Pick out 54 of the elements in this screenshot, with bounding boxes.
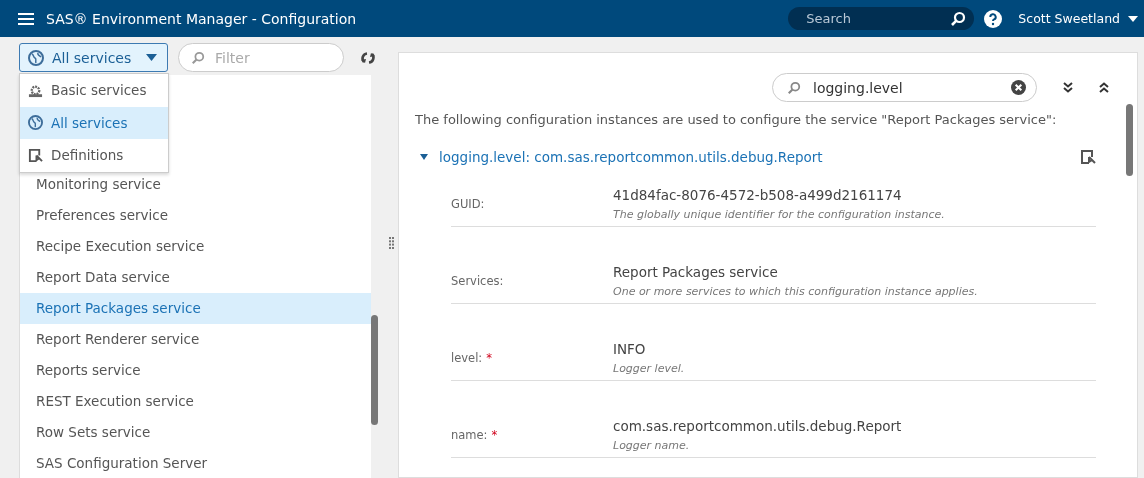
field-label: name:: [451, 428, 488, 442]
caret-icon[interactable]: [419, 152, 429, 162]
field-hint: One or more services to which this configuration instance applies.: [613, 285, 978, 298]
service-item[interactable]: Report Renderer service: [20, 324, 371, 355]
service-item[interactable]: Monitoring service: [20, 169, 371, 200]
field-hint: Logger name.: [613, 439, 691, 452]
search-field[interactable]: Search: [788, 7, 975, 30]
service-item[interactable]: REST Execution service: [20, 386, 371, 417]
search-icon: [787, 80, 801, 95]
instance-link[interactable]: logging.level: com.sas.reportcommon.utils.debug.Report: [439, 149, 823, 165]
field-label: Services:: [451, 274, 504, 288]
required-mark: *: [491, 428, 498, 442]
field-label: level:: [451, 351, 483, 365]
view-selector[interactable]: All services: [19, 43, 168, 72]
grip-icon[interactable]: [388, 236, 394, 249]
service-item[interactable]: SAS Configuration Server: [20, 448, 371, 478]
service-item[interactable]: Preferences service: [20, 200, 371, 231]
app-title: SAS® Environment Manager - Configuration: [46, 10, 357, 27]
field-label: GUID:: [451, 197, 485, 211]
service-item[interactable]: Report Packages service: [20, 293, 371, 324]
globe-icon: [28, 115, 43, 131]
user-menu[interactable]: Scott Sweetland: [1018, 11, 1120, 26]
field-value: INFO: [613, 341, 647, 357]
document-icon: [28, 148, 43, 163]
service-item[interactable]: Row Sets service: [20, 417, 371, 448]
service-item[interactable]: Report Data service: [20, 262, 371, 293]
search-field[interactable]: Search: [804, 10, 951, 27]
required-mark: *: [486, 351, 492, 365]
service-item[interactable]: Reports service: [20, 355, 371, 386]
caret-icon[interactable]: [1128, 15, 1138, 22]
scrollbar-thumb[interactable]: [371, 315, 378, 425]
field-hint: Logger level.: [613, 362, 685, 375]
menu-item[interactable]: All services: [20, 106, 168, 140]
scrollbar-thumb[interactable]: [1126, 104, 1133, 176]
refresh-icon[interactable]: [360, 50, 376, 65]
menu-item[interactable]: Basic services: [20, 74, 168, 107]
field-value: 41d84fac-8076-4572-b508-a499d2161174: [613, 187, 903, 203]
search-icon: [191, 50, 205, 65]
field-value: Report Packages service: [613, 264, 779, 280]
menu-icon[interactable]: [18, 12, 34, 25]
edit-icon[interactable]: [1080, 149, 1096, 165]
service-item[interactable]: Recipe Execution service: [20, 231, 371, 262]
intro-text: The following configuration instances are used to configure the service "Report Packages service":: [415, 112, 1058, 127]
caret-icon: [146, 54, 157, 61]
field-value: com.sas.reportcommon.utils.debug.Report: [613, 418, 902, 434]
search-icon[interactable]: [950, 10, 967, 27]
filter-field[interactable]: Filter: [178, 43, 344, 72]
collapse-all-icon[interactable]: [1099, 82, 1109, 93]
menu-item[interactable]: Definitions: [20, 139, 168, 172]
expand-all-icon[interactable]: [1063, 82, 1073, 93]
globe-icon: [28, 49, 44, 66]
clear-icon[interactable]: [1011, 80, 1026, 95]
help-icon[interactable]: [984, 9, 1003, 28]
field-hint: The globally unique identifier for the configuration instance.: [613, 208, 945, 221]
